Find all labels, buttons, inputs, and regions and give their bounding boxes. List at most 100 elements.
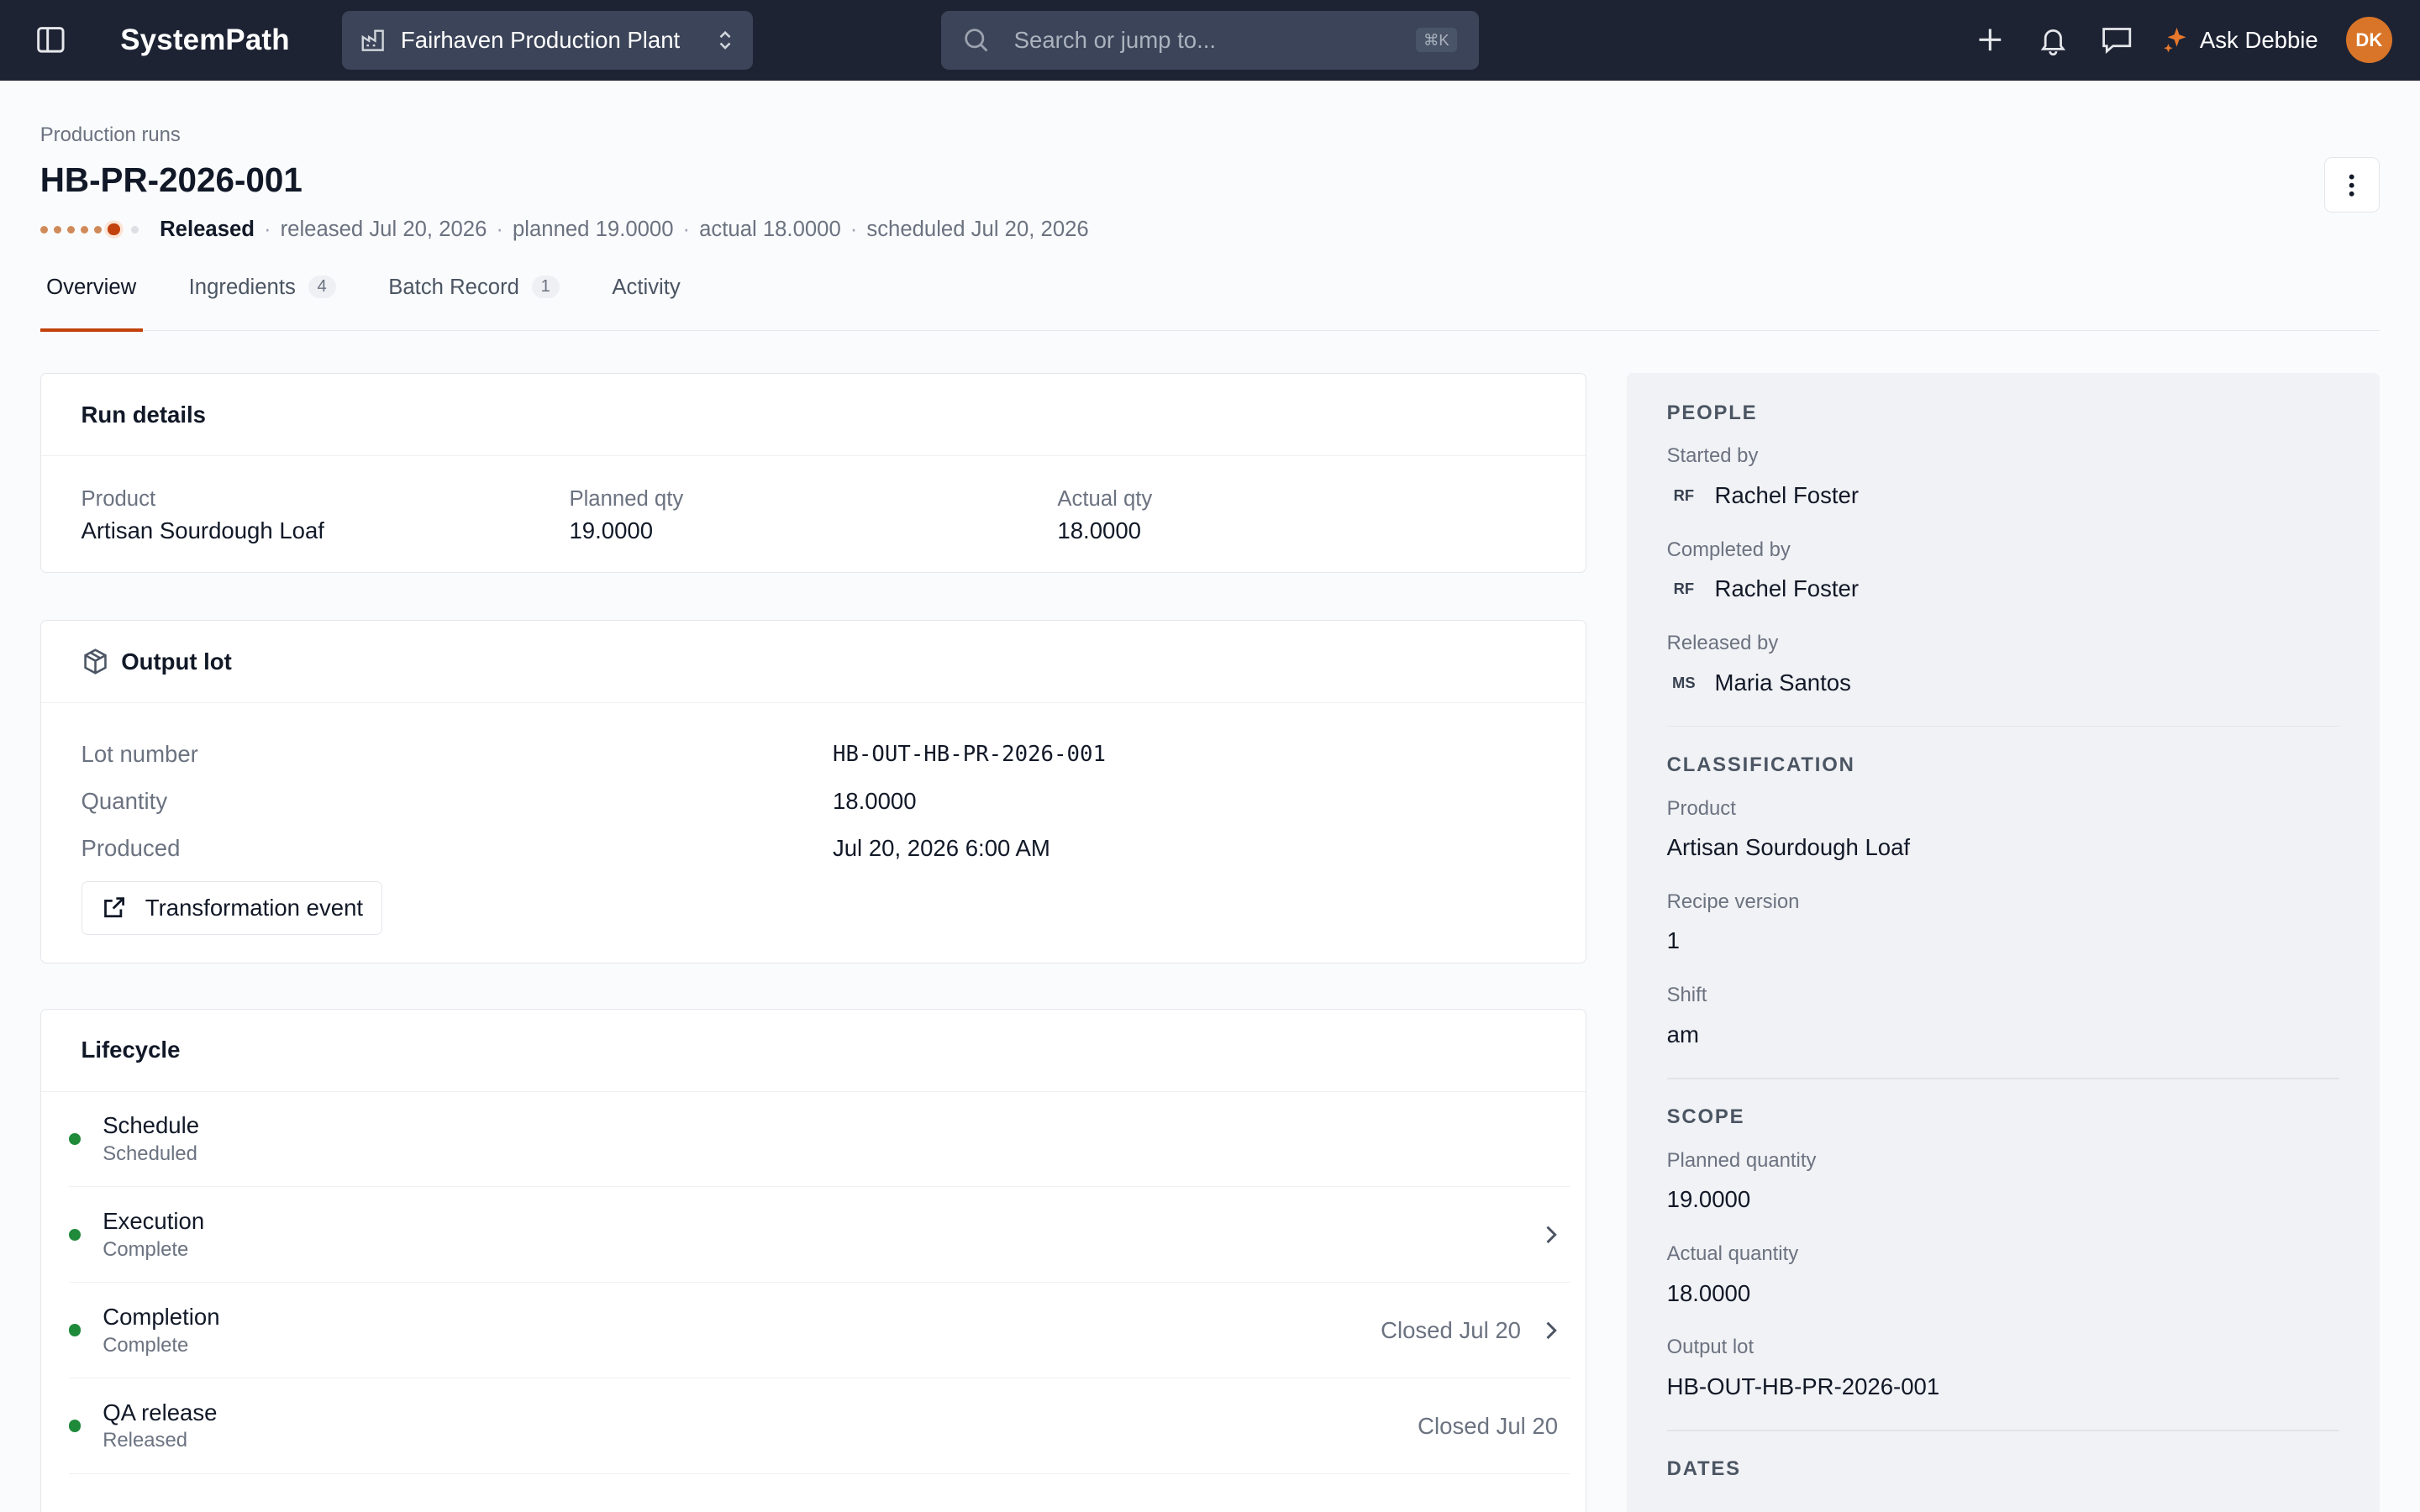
completed-by-label: Completed by — [1666, 538, 1791, 561]
field-label: Product — [81, 486, 156, 511]
lifecycle-step-title: QA release — [103, 1399, 218, 1425]
lifecycle-progress-dots — [39, 223, 145, 236]
progress-dot — [130, 225, 139, 234]
dates-section-title: DATES — [1666, 1457, 1741, 1480]
recipe-version-label: Recipe version — [1666, 890, 1800, 913]
shift-value: am — [1666, 1021, 1699, 1047]
chevron-up-down-icon — [716, 29, 734, 51]
lifecycle-heading: Lifecycle — [40, 1010, 1586, 1092]
progress-dot — [94, 225, 103, 234]
avatar: RF — [1673, 486, 1695, 504]
person-name[interactable]: Rachel Foster — [1715, 482, 1859, 509]
status-dot — [68, 1132, 82, 1146]
run-details-heading: Run details — [40, 374, 1586, 456]
chevron-right-icon[interactable] — [1543, 1224, 1558, 1246]
started-by-label: Started by — [1666, 444, 1759, 468]
breadcrumb[interactable]: Production runs — [40, 123, 2380, 147]
sparkle-icon — [2163, 26, 2191, 54]
scope-section-title: SCOPE — [1666, 1105, 1745, 1128]
meta-actual: actual 18.0000 — [699, 217, 841, 241]
plant-switcher[interactable]: Fairhaven Production Plant — [342, 10, 753, 70]
add-icon[interactable] — [1971, 22, 2008, 59]
avatar: RF — [1673, 580, 1695, 598]
more-actions-button[interactable] — [2324, 157, 2381, 213]
messages-icon[interactable] — [2098, 22, 2135, 59]
lifecycle-step-status: Released — [103, 1429, 187, 1452]
output-lot-heading: Output lot — [121, 648, 232, 675]
output-lot-label: Output lot — [1666, 1336, 1754, 1359]
person-name[interactable]: Rachel Foster — [1715, 575, 1859, 602]
quantity-row: Quantity 18.0000 — [82, 778, 1546, 825]
lifecycle-row-execution[interactable]: Execution Complete — [68, 1187, 1570, 1284]
tab-count-badge: 1 — [531, 276, 560, 298]
planned-quantity-value: 19.0000 — [1666, 1186, 1751, 1213]
field-value: Artisan Sourdough Loaf — [81, 517, 324, 543]
lifecycle-row-completion[interactable]: Completion Complete Closed Jul 20 — [68, 1283, 1570, 1379]
user-avatar[interactable]: DK — [2345, 17, 2392, 64]
status-dot — [68, 1420, 82, 1432]
transformation-event-button[interactable]: Transformation event — [81, 880, 383, 936]
lifecycle-step-title: Completion — [103, 1303, 220, 1330]
lifecycle-step-status: Scheduled — [103, 1142, 197, 1165]
person-name[interactable]: Maria Santos — [1715, 669, 1851, 696]
search-input[interactable] — [1013, 26, 1416, 54]
tab-bar: Overview Ingredients 4 Batch Record 1 Acti… — [39, 270, 2381, 333]
status-dot — [68, 1324, 82, 1337]
classification-section-title: CLASSIFICATION — [1666, 753, 1855, 776]
sidebar-toggle-icon[interactable] — [31, 20, 71, 60]
meta-separator: · — [682, 217, 691, 241]
tab-overview[interactable]: Overview — [39, 270, 144, 333]
lot-number-row: Lot number HB-OUT-HB-PR-2026-001 — [82, 731, 1546, 778]
product-label: Product — [1666, 796, 1736, 820]
search-icon — [963, 27, 989, 53]
global-search[interactable]: ⌘K — [941, 10, 1479, 70]
produced-row: Produced Jul 20, 2026 6:00 AM — [82, 825, 1546, 872]
tab-ingredients[interactable]: Ingredients 4 — [182, 270, 342, 330]
lifecycle-step-status: Complete — [103, 1333, 189, 1357]
page-title: HB-PR-2026-001 — [39, 160, 302, 200]
tab-label: Ingredients — [188, 276, 296, 300]
field-label: Produced — [81, 834, 181, 861]
brand-logo[interactable]: SystemPath — [120, 24, 289, 57]
section-divider — [1666, 725, 2340, 727]
actual-quantity-label: Actual quantity — [1666, 1242, 1799, 1266]
chevron-right-icon[interactable] — [1543, 1320, 1558, 1341]
released-by-value: MS Maria Santos — [1667, 669, 2340, 696]
meta-separator: · — [264, 217, 271, 241]
tab-label: Overview — [46, 276, 137, 300]
tab-label: Batch Record — [388, 276, 519, 300]
run-details-card: Run details Product Artisan Sourdough Lo… — [39, 373, 1587, 573]
meta-planned: planned 19.0000 — [512, 217, 674, 241]
field-label: Lot number — [81, 740, 198, 767]
recipe-version-value: 1 — [1666, 927, 1680, 954]
lifecycle-closed-date: Closed Jul 20 — [1381, 1317, 1521, 1344]
ask-debbie-label: Ask Debbie — [2199, 26, 2318, 53]
produced-value: Jul 20, 2026 6:00 AM — [832, 834, 1050, 861]
field-value: 18.0000 — [1057, 517, 1141, 543]
external-link-icon — [101, 895, 127, 921]
factory-icon — [360, 28, 385, 52]
details-side-panel: PEOPLE Started by RF Rachel Foster Compl… — [1626, 373, 2381, 1512]
progress-dot-current — [108, 223, 121, 236]
page-header: Production runs HB-PR-2026-001 Released … — [39, 81, 2381, 333]
output-lot-value[interactable]: HB-OUT-HB-PR-2026-001 — [1667, 1373, 2340, 1400]
lot-number-value: HB-OUT-HB-PR-2026-001 — [832, 741, 1106, 767]
people-section-title: PEOPLE — [1666, 401, 1758, 424]
search-shortcut-badge: ⌘K — [1415, 28, 1457, 53]
product-field: Product Artisan Sourdough Loaf — [82, 487, 570, 544]
package-icon — [82, 648, 109, 675]
progress-dot — [39, 225, 48, 234]
completed-by-value: RF Rachel Foster — [1667, 575, 2340, 602]
planned-quantity-label: Planned quantity — [1666, 1148, 1817, 1172]
tab-activity[interactable]: Activity — [606, 270, 687, 330]
released-by-label: Released by — [1666, 632, 1779, 655]
tab-batch-record[interactable]: Batch Record 1 — [382, 270, 566, 330]
field-label: Planned qty — [569, 486, 684, 511]
quantity-value: 18.0000 — [832, 787, 917, 814]
product-value: Artisan Sourdough Loaf — [1666, 834, 1911, 861]
progress-dot — [53, 225, 62, 234]
tab-count-badge: 4 — [308, 276, 336, 298]
lifecycle-step-status: Complete — [103, 1237, 189, 1261]
notifications-bell-icon[interactable] — [2034, 22, 2071, 59]
ask-debbie-button[interactable]: Ask Debbie — [2163, 26, 2318, 54]
